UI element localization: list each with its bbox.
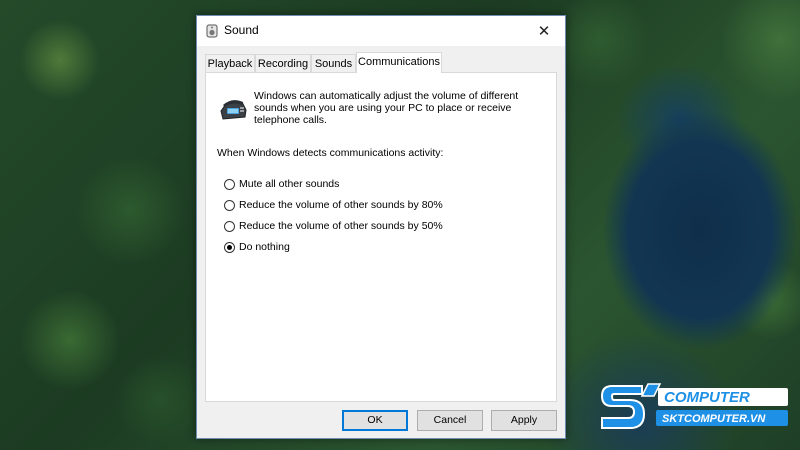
radio-button[interactable] [224,220,235,232]
telephone-icon [220,100,247,120]
radio-button[interactable] [224,199,235,211]
sound-dialog: Sound ✕ Playback Recording Sounds Commun… [196,15,566,439]
option-reduce-80[interactable]: Reduce the volume of other sounds by 80% [224,198,484,212]
logo-brand-text: COMPUTER [664,389,750,406]
option-reduce-50[interactable]: Reduce the volume of other sounds by 50% [224,219,484,233]
radio-button-selected[interactable] [224,241,235,253]
tab-recording[interactable]: Recording [255,54,311,72]
intro-description: Windows can automatically adjust the vol… [254,90,519,126]
title-bar[interactable]: Sound ✕ [197,16,565,46]
cancel-button[interactable]: Cancel [417,410,483,431]
option-label: Reduce the volume of other sounds by 50% [239,220,443,232]
apply-button[interactable]: Apply [491,410,557,431]
option-mute-all[interactable]: Mute all other sounds [224,177,484,191]
sktcomputer-logo: COMPUTER SKTCOMPUTER.VN [600,383,788,429]
logo-site-text: SKTCOMPUTER.VN [662,413,766,425]
close-button[interactable]: ✕ [523,16,565,46]
tab-communications[interactable]: Communications [356,52,442,73]
window-title: Sound [224,23,259,37]
tab-playback[interactable]: Playback [205,54,255,72]
radio-button[interactable] [224,178,235,190]
tab-sounds[interactable]: Sounds [311,54,356,72]
option-label: Mute all other sounds [239,178,340,190]
close-icon: ✕ [537,22,551,40]
option-label: Reduce the volume of other sounds by 80% [239,199,443,211]
speaker-icon [206,24,218,38]
communications-panel: Windows can automatically adjust the vol… [205,72,557,402]
ok-button[interactable]: OK [342,410,408,431]
option-label: Do nothing [239,241,290,253]
detect-label: When Windows detects communications acti… [217,147,444,159]
option-do-nothing[interactable]: Do nothing [224,240,484,254]
